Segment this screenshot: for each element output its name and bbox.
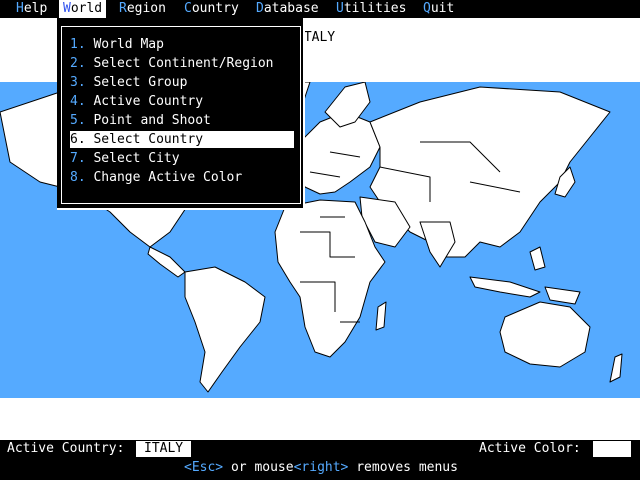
menu-region-hotkey: R bbox=[119, 1, 127, 16]
menu-utilities-hotkey: U bbox=[336, 1, 344, 16]
hint-middle-text: or mouse bbox=[223, 460, 294, 475]
menu-option-select-group[interactable]: 3. Select Group bbox=[70, 74, 294, 91]
menu-option-select-continent[interactable]: 2. Select Continent/Region bbox=[70, 55, 294, 72]
menu-option-label: Select Group bbox=[93, 75, 188, 90]
menu-utilities[interactable]: Utilities bbox=[332, 0, 410, 18]
menu-utilities-label: tilities bbox=[343, 1, 407, 16]
menu-option-point-and-shoot[interactable]: 5. Point and Shoot bbox=[70, 112, 294, 129]
menu-option-number: 2. bbox=[70, 56, 86, 71]
menu-option-select-country[interactable]: 6. Select Country bbox=[70, 131, 294, 148]
menu-option-number: 4. bbox=[70, 94, 86, 109]
right-key-hint: <right> bbox=[293, 460, 349, 475]
menu-option-label: World Map bbox=[93, 37, 164, 52]
active-color-label: Active Color: bbox=[479, 441, 581, 456]
menu-database-label: atabase bbox=[263, 1, 319, 16]
menu-option-change-active-color[interactable]: 8. Change Active Color bbox=[70, 169, 294, 186]
menu-bar: Help World Region Country Database Utili… bbox=[0, 0, 640, 18]
menu-country-hotkey: C bbox=[184, 1, 192, 16]
menu-option-label: Select Country bbox=[93, 132, 204, 147]
south-america-shape bbox=[184, 266, 266, 393]
menu-option-label: Active Country bbox=[93, 94, 204, 109]
hint-end-text: removes menus bbox=[348, 460, 458, 475]
menu-option-label: Select Continent/Region bbox=[93, 56, 274, 71]
central-america-shape bbox=[147, 246, 186, 278]
menu-help-label: elp bbox=[23, 1, 48, 16]
menu-database-hotkey: D bbox=[256, 1, 264, 16]
menu-database[interactable]: Database bbox=[252, 0, 323, 18]
esc-key-hint: <Esc> bbox=[184, 460, 224, 475]
menu-world-hotkey: W bbox=[63, 1, 71, 16]
map-footer-strip bbox=[0, 398, 640, 440]
menu-country-label: ountry bbox=[191, 1, 239, 16]
menu-help[interactable]: Help bbox=[12, 0, 51, 18]
indonesia-shape bbox=[469, 276, 541, 298]
world-dropdown-frame: 1. World Map 2. Select Continent/Region … bbox=[61, 26, 301, 204]
menu-region[interactable]: Region bbox=[115, 0, 170, 18]
menu-option-number: 5. bbox=[70, 113, 86, 128]
menu-option-label: Select City bbox=[93, 151, 180, 166]
menu-option-world-map[interactable]: 1. World Map bbox=[70, 36, 294, 53]
philippines-shape bbox=[529, 246, 546, 271]
menu-quit-hotkey: Q bbox=[423, 1, 431, 16]
menu-option-label: Point and Shoot bbox=[93, 113, 211, 128]
menu-option-label: Change Active Color bbox=[93, 170, 243, 185]
new-guinea-shape bbox=[544, 286, 581, 305]
menu-help-hotkey: H bbox=[16, 1, 24, 16]
menu-quit[interactable]: Quit bbox=[419, 0, 458, 18]
menu-option-active-country[interactable]: 4. Active Country bbox=[70, 93, 294, 110]
active-country-label: Active Country: bbox=[7, 441, 125, 456]
menu-world[interactable]: World bbox=[59, 0, 107, 18]
madagascar-shape bbox=[375, 301, 387, 331]
new-zealand-shape bbox=[609, 353, 623, 383]
australia-shape bbox=[499, 301, 591, 368]
active-color-swatch bbox=[593, 441, 631, 457]
menu-option-number: 8. bbox=[70, 170, 86, 185]
menu-country[interactable]: Country bbox=[180, 0, 243, 18]
active-country-value: ITALY bbox=[136, 441, 192, 457]
menu-quit-label: uit bbox=[430, 1, 455, 16]
menu-region-label: egion bbox=[126, 1, 166, 16]
menu-world-label: orld bbox=[70, 1, 103, 16]
menu-option-number: 7. bbox=[70, 151, 86, 166]
india-shape bbox=[419, 221, 456, 268]
menu-hint: <Esc> or mouse<right> removes menus bbox=[184, 460, 458, 475]
menu-option-number: 3. bbox=[70, 75, 86, 90]
menu-option-number: 6. bbox=[70, 132, 86, 147]
menu-option-number: 1. bbox=[70, 37, 86, 52]
menu-option-select-city[interactable]: 7. Select City bbox=[70, 150, 294, 167]
status-bar: Active Country: ITALY Active Color: <Esc… bbox=[0, 440, 640, 480]
world-dropdown-menu: 1. World Map 2. Select Continent/Region … bbox=[57, 18, 305, 210]
